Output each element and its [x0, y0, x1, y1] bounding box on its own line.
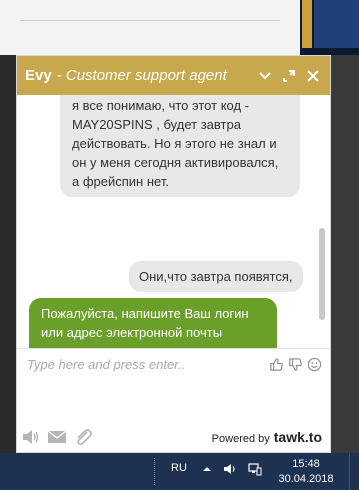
message-scrollbar[interactable] — [319, 228, 325, 320]
message-list[interactable]: я все понимаю, что этот код - MAY20SPINS… — [17, 95, 330, 348]
emoji-icon[interactable] — [307, 357, 322, 372]
network-icon[interactable] — [248, 462, 262, 476]
brand-logo: tawk.to — [273, 429, 322, 445]
visitor-message: Они,что завтра появятся, — [129, 261, 303, 292]
background-banner-frame — [302, 0, 312, 48]
chat-widget: Evy - Customer support agent я все поним… — [16, 55, 331, 453]
chat-footer: Powered by tawk.to — [17, 422, 330, 452]
rating-controls — [269, 357, 330, 372]
sound-icon[interactable] — [21, 428, 41, 446]
volume-icon[interactable] — [223, 462, 237, 476]
thumbs-down-icon[interactable] — [288, 357, 303, 372]
language-indicator[interactable]: RU — [171, 462, 187, 474]
system-clock[interactable]: 15:48 30.04.2018 — [276, 457, 336, 487]
tray-arrow-icon[interactable] — [202, 464, 212, 474]
minimize-icon[interactable] — [258, 69, 272, 83]
agent-message: Пожалуйста, напишите Ваш логин или адрес… — [29, 298, 277, 348]
input-row — [17, 349, 330, 379]
close-icon[interactable] — [306, 69, 320, 83]
message-input[interactable] — [27, 356, 267, 372]
background-divider — [20, 20, 280, 21]
footer-actions — [21, 428, 93, 446]
popout-icon[interactable] — [282, 69, 296, 83]
agent-name: Evy — [25, 67, 52, 84]
powered-by-label: Powered by — [211, 433, 270, 445]
taskbar-grip[interactable] — [154, 458, 157, 485]
windows-taskbar: RU 15:48 30.04.2018 — [0, 453, 359, 490]
show-desktop-button[interactable] — [349, 453, 359, 490]
chat-header: Evy - Customer support agent — [17, 56, 330, 95]
background-page-top — [0, 0, 300, 55]
visitor-message: я все понимаю, что этот код - MAY20SPINS… — [60, 95, 300, 197]
header-controls — [258, 69, 330, 83]
thumbs-up-icon[interactable] — [269, 357, 284, 372]
background-page-right — [331, 55, 359, 453]
agent-role: - Customer support agent — [56, 67, 227, 84]
powered-by[interactable]: Powered by tawk.to — [212, 429, 330, 445]
background-banner-image — [314, 0, 359, 48]
clock-date: 30.04.2018 — [278, 473, 334, 485]
clock-time: 15:48 — [292, 458, 320, 470]
background-page-left — [0, 55, 16, 453]
email-icon[interactable] — [47, 428, 67, 446]
attachment-icon[interactable] — [73, 428, 93, 446]
